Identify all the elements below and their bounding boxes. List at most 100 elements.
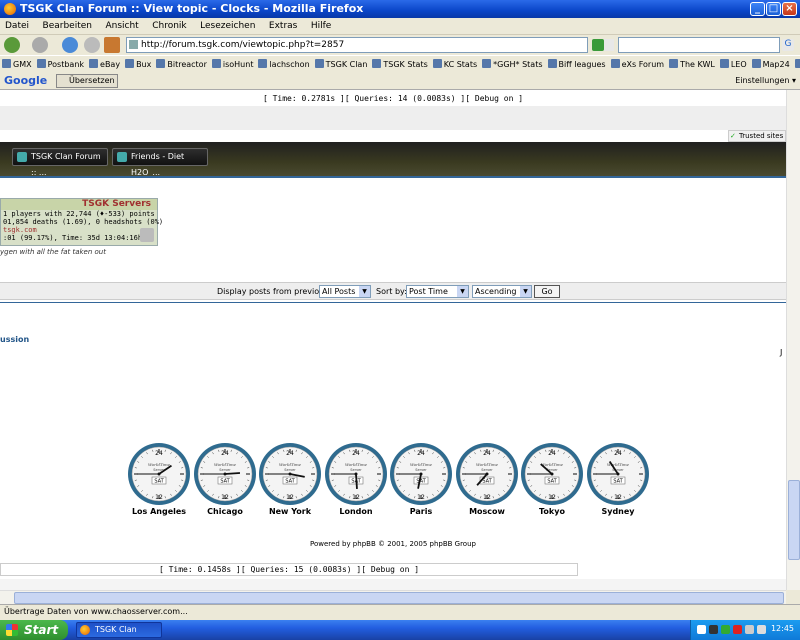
bookmark-item[interactable]: KC Stats <box>431 56 480 69</box>
bookmark-item[interactable]: GMX <box>0 56 35 69</box>
menu-bearbeiten[interactable]: Bearbeiten <box>38 19 97 33</box>
home-icon[interactable] <box>104 37 120 53</box>
tray-icon[interactable] <box>745 625 754 634</box>
horizontal-scrollbar[interactable] <box>0 590 786 604</box>
servers-title: TSGK Servers <box>1 199 157 210</box>
signature-banner: TSGK Clan Forum :: ... Friends - Diet H2… <box>0 142 786 177</box>
forum-link[interactable]: ussion <box>0 335 29 344</box>
go-button[interactable]: Go <box>534 285 560 298</box>
start-button[interactable]: Start <box>0 620 68 640</box>
bookmark-item[interactable]: TSGK Stats <box>370 56 430 69</box>
bookmark-icon <box>156 59 166 68</box>
close-button[interactable]: × <box>782 2 797 16</box>
bookmark-item[interactable]: Biff leagues <box>546 56 609 69</box>
bookmark-item[interactable]: eBay <box>87 56 123 69</box>
translate-button[interactable]: Übersetzen ▾ <box>56 74 118 97</box>
volume-icon[interactable] <box>757 625 766 634</box>
stop-icon[interactable] <box>84 37 100 53</box>
site-favicon <box>129 40 138 49</box>
search-engine-icon[interactable] <box>604 39 614 51</box>
bookmark-item[interactable]: Bux <box>123 56 154 69</box>
bookmark-item[interactable]: The KWL <box>667 56 718 69</box>
dropdown-arrow-icon: ▼ <box>359 286 370 297</box>
taskbar-item-firefox[interactable]: TSGK Clan Forum... <box>76 622 162 640</box>
clock-number-top: 24 <box>352 450 360 457</box>
bookmark-item[interactable]: LEO <box>718 56 750 69</box>
back-icon[interactable] <box>4 37 20 53</box>
clock-sub: Server <box>415 468 427 472</box>
bookmark-item[interactable]: PayPal <box>793 56 800 69</box>
firefox-icon <box>4 3 16 15</box>
google-search-icon[interactable]: G <box>782 39 794 51</box>
bookmark-item[interactable]: eXs Forum <box>609 56 667 69</box>
servers-line: :01 (99.17%), Time: 35d 13:04:16h <box>3 234 143 242</box>
bookmark-item[interactable]: TSGK Clan <box>313 56 371 69</box>
order-select[interactable]: Ascending ▼ <box>472 285 532 298</box>
servers-line: 1 players with 22,744 (♦-533) points <box>3 210 155 218</box>
display-select[interactable]: All Posts ▼ <box>319 285 371 298</box>
scroll-thumb[interactable] <box>14 592 784 604</box>
world-clock: 2412WorldTimeServerSAT <box>521 443 583 505</box>
divider <box>0 302 786 303</box>
clock-number-top: 24 <box>286 450 294 457</box>
clock-brand: WorldTime <box>476 462 499 467</box>
bookmark-icon <box>125 59 135 68</box>
world-clock: 2412WorldTimeServerSAT <box>259 443 321 505</box>
clock-sub: Server <box>284 468 296 472</box>
sortby-select[interactable]: Post Time ▼ <box>406 285 469 298</box>
firefox-icon <box>80 625 90 635</box>
search-input[interactable] <box>618 37 780 53</box>
tray-icon[interactable] <box>697 625 706 634</box>
clock-number-top: 24 <box>483 450 491 457</box>
menu-ansicht[interactable]: Ansicht <box>100 19 143 33</box>
ie-icon <box>17 152 27 162</box>
menu-datei[interactable]: Datei <box>0 19 34 33</box>
maximize-button[interactable]: □ <box>766 2 781 16</box>
bookmark-icon <box>211 59 221 68</box>
window-titlebar: TSGK Clan Forum :: View topic - Clocks -… <box>0 0 800 18</box>
bookmark-item[interactable]: Postbank <box>35 56 87 69</box>
bookmark-item[interactable]: *GGH* Stats <box>480 56 545 69</box>
sortby-label: Sort by: <box>376 287 407 296</box>
forward-icon[interactable] <box>32 37 48 53</box>
tray-icon[interactable] <box>721 625 730 634</box>
footer-band <box>0 579 786 590</box>
clock-sub: Server <box>219 468 231 472</box>
menu-extras[interactable]: Extras <box>264 19 302 33</box>
menu-hilfe[interactable]: Hilfe <box>306 19 336 33</box>
clock-day: SAT <box>154 479 164 485</box>
url-input[interactable]: http://forum.tsgk.com/viewtopic.php?t=28… <box>126 37 588 53</box>
bookmark-icon <box>36 59 46 68</box>
bookmark-icon <box>314 59 324 68</box>
grey-band <box>0 106 786 130</box>
bookmark-item[interactable]: Bitreactor <box>154 56 210 69</box>
bookmark-item[interactable]: isoHunt <box>210 56 257 69</box>
clock-number-bottom: 12 <box>352 494 360 501</box>
clock-number-bottom: 12 <box>221 494 229 501</box>
minimize-button[interactable]: _ <box>750 2 765 16</box>
trusted-sites-badge[interactable]: ✓ Trusted sites <box>728 130 786 142</box>
settings-button[interactable]: Einstellungen ▾ <box>735 76 796 85</box>
bookmark-icon <box>89 59 99 68</box>
reload-icon[interactable] <box>62 37 78 53</box>
bookmark-item[interactable]: lachschon <box>256 56 312 69</box>
windows-taskbar: Start TSGK Clan Forum... 12:45 <box>0 620 800 640</box>
servers-link[interactable]: tsgk.com <box>1 226 157 234</box>
clock-day: SAT <box>220 479 230 485</box>
menu-lesezeichen[interactable]: Lesezeichen <box>195 19 260 33</box>
tray-icon[interactable] <box>733 625 742 634</box>
bookmark-item[interactable]: Map24 <box>750 56 793 69</box>
go-arrow-icon[interactable] <box>592 39 604 51</box>
debug-info-bottom: [ Time: 0.1458s ][ Queries: 15 (0.0083s)… <box>0 563 578 576</box>
world-clock: 2412WorldTimeServerSAT <box>390 443 452 505</box>
clock-city-label: Tokyo <box>539 507 565 516</box>
menu-chronik[interactable]: Chronik <box>147 19 191 33</box>
clock-number-top: 24 <box>221 450 229 457</box>
vertical-scrollbar[interactable] <box>786 90 800 590</box>
clock-day: SAT <box>285 479 295 485</box>
clock-number-top: 24 <box>614 450 622 457</box>
tray-icon[interactable] <box>709 625 718 634</box>
clock-brand: WorldTime <box>410 462 433 467</box>
bookmark-icon <box>432 59 442 68</box>
scroll-thumb[interactable] <box>788 480 800 560</box>
